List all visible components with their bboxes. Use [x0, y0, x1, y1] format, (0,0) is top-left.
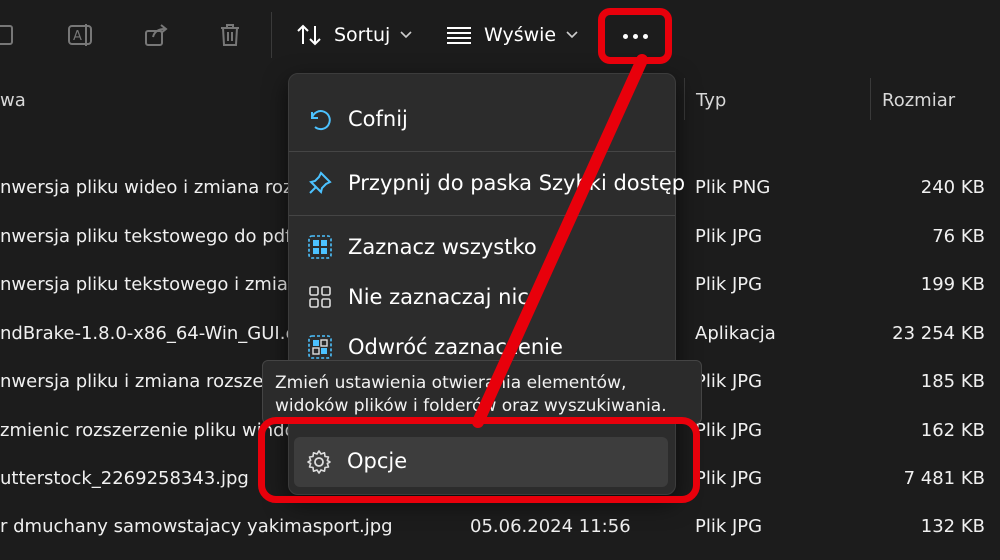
- delete-icon[interactable]: [215, 20, 245, 50]
- menu-item-label: Przypnij do paska Szybki dostęp: [348, 171, 686, 195]
- rename-icon[interactable]: A: [66, 20, 96, 50]
- file-row[interactable]: r dmuchany samowstajacy yakimasport.jpg …: [0, 504, 1000, 552]
- file-size: 162 KB: [920, 420, 985, 441]
- menu-item-label: Zaznacz wszystko: [348, 235, 537, 259]
- file-type: Plik JPG: [695, 226, 763, 247]
- more-options-menu: Cofnij Przypnij do paska Szybki dostęp Z…: [288, 73, 685, 495]
- select-all-icon: [305, 232, 335, 262]
- file-size: 185 KB: [920, 371, 985, 392]
- undo-icon: [305, 104, 335, 134]
- command-bar: A Sortuj Wyświetl: [0, 0, 1000, 70]
- file-size: 132 KB: [920, 516, 985, 537]
- file-type: Aplikacja: [695, 323, 776, 344]
- file-size: 76 KB: [932, 226, 985, 247]
- column-type[interactable]: Typ: [696, 90, 726, 111]
- file-size: 23 254 KB: [892, 323, 985, 344]
- menu-item-label: Cofnij: [348, 107, 408, 131]
- file-name: ndBrake-1.8.0-x86_64-Win_GUI.exe: [0, 323, 318, 344]
- file-size: 7 481 KB: [903, 468, 985, 489]
- file-type: Plik PNG: [695, 177, 771, 198]
- menu-item-select-all[interactable]: Zaznacz wszystko: [289, 224, 675, 270]
- sort-icon: [297, 24, 321, 46]
- file-name: zmienic rozszerzenie pliku window: [0, 420, 311, 441]
- file-size: 199 KB: [920, 274, 985, 295]
- column-name[interactable]: wa: [0, 90, 26, 111]
- view-button[interactable]: Wyświetl: [446, 18, 578, 52]
- view-icon: [447, 27, 471, 44]
- toolbar-divider: [271, 12, 272, 58]
- column-divider[interactable]: [684, 78, 685, 120]
- copy-icon[interactable]: [0, 20, 22, 50]
- file-type: Plik JPG: [695, 420, 763, 441]
- file-type: Plik JPG: [695, 468, 763, 489]
- gear-icon: [304, 447, 334, 477]
- menu-item-select-none[interactable]: Nie zaznaczaj nic: [289, 274, 675, 320]
- file-type: Plik JPG: [695, 274, 763, 295]
- file-name: nwersja pliku tekstowego i zmiana r: [0, 274, 324, 295]
- svg-text:A: A: [73, 29, 82, 44]
- pin-icon: [305, 168, 335, 198]
- options-tooltip: Zmień ustawienia otwierania elementów, w…: [262, 360, 702, 424]
- file-name: r dmuchany samowstajacy yakimasport.jpg: [0, 516, 393, 537]
- menu-item-options[interactable]: Opcje: [294, 437, 668, 487]
- menu-item-undo[interactable]: Cofnij: [289, 96, 675, 142]
- file-type: Plik JPG: [695, 516, 763, 537]
- more-options-icon-dot: [642, 33, 648, 39]
- chevron-down-icon: [566, 31, 578, 39]
- file-name: utterstock_2269258343.jpg: [0, 468, 249, 489]
- menu-divider: [289, 151, 675, 152]
- chevron-down-icon: [400, 31, 412, 39]
- menu-item-pin-quick-access[interactable]: Przypnij do paska Szybki dostęp: [289, 160, 685, 206]
- share-icon[interactable]: [141, 20, 171, 50]
- file-name: nwersja pliku tekstowego do pdf i e: [0, 226, 319, 247]
- more-options-icon: [622, 33, 628, 39]
- menu-item-label: Odwróć zaznaczenie: [348, 335, 563, 359]
- select-none-icon: [305, 282, 335, 312]
- file-size: 240 KB: [920, 177, 985, 198]
- menu-divider: [289, 215, 675, 216]
- menu-item-label: Nie zaznaczaj nic: [348, 285, 529, 309]
- file-date: 05.06.2024 11:56: [470, 516, 631, 537]
- invert-selection-icon: [305, 332, 335, 362]
- column-divider[interactable]: [870, 78, 871, 120]
- sort-button[interactable]: Sortuj: [296, 18, 412, 52]
- sort-label: Sortuj: [334, 24, 391, 46]
- more-options-icon-dot: [632, 33, 638, 39]
- file-name: nwersja pliku wideo i zmiana rozsze: [0, 177, 323, 198]
- menu-item-label: Opcje: [347, 449, 408, 473]
- view-label: Wyświetl: [484, 24, 556, 46]
- file-name: nwersja pliku i zmiana rozszerzen: [0, 371, 303, 392]
- column-size[interactable]: Rozmiar: [882, 90, 955, 111]
- file-type: Plik JPG: [695, 371, 763, 392]
- more-options-button[interactable]: [606, 17, 664, 55]
